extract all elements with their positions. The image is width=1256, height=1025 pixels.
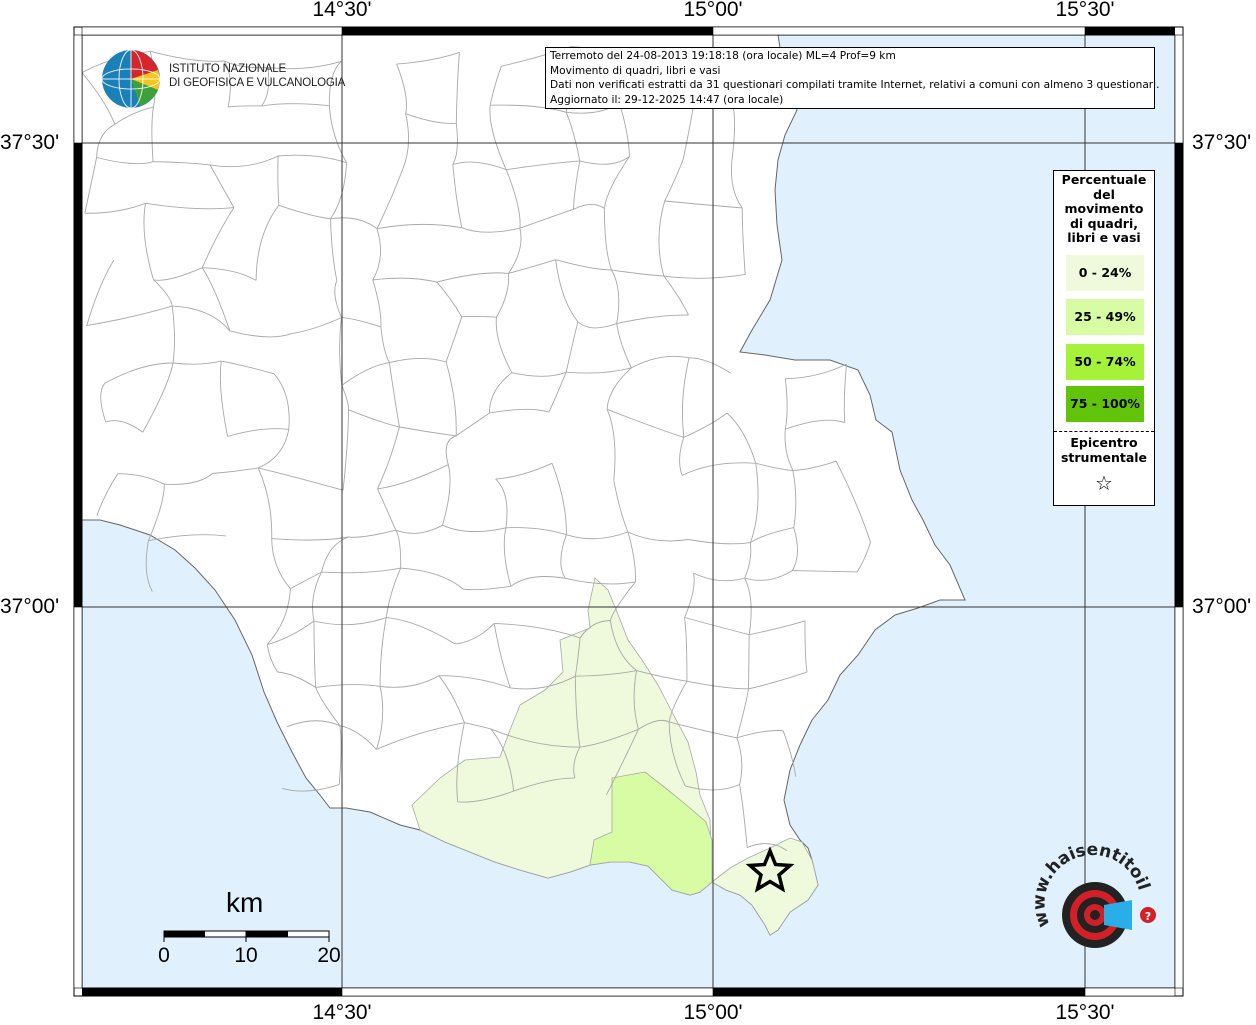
bottom-tick-lon-3: 15°30'	[1055, 1001, 1115, 1024]
map-canvas: ? www.haisentitoilterremoto.it	[0, 0, 1184, 997]
ingv-logo	[100, 48, 162, 114]
legend-epicenter-label: Epicentro strumentale	[1054, 435, 1154, 465]
legend-title-line: di quadri,	[1069, 215, 1138, 231]
event-info-box: Terremoto del 24-08-2013 19:18:18 (ora l…	[545, 47, 1160, 109]
legend-divider	[1054, 431, 1154, 432]
legend: Percentuale del movimento di quadri, lib…	[1053, 170, 1155, 506]
right-tick-lat-1: 37°30'	[1192, 131, 1252, 154]
top-tick-lon-3: 15°30'	[1055, 0, 1115, 21]
top-tick-lon-2: 15°00'	[683, 0, 743, 21]
left-tick-lat-1: 37°30'	[0, 131, 60, 154]
bottom-tick-lon-1: 14°30'	[312, 1001, 372, 1024]
event-parameter: Movimento di quadri, libri e vasi	[550, 64, 721, 77]
legend-title: Percentuale del movimento di quadri, lib…	[1054, 172, 1154, 246]
ingv-logo-text: ISTITUTO NAZIONALE DI GEOFISICA E VULCAN…	[169, 62, 345, 90]
legend-title-line: movimento	[1064, 201, 1144, 216]
svg-text:?: ?	[1145, 910, 1151, 923]
legend-title-line: libri e vasi	[1067, 230, 1141, 245]
logo-line-1: ISTITUTO NAZIONALE	[169, 63, 286, 75]
event-title: Terremoto del 24-08-2013 19:18:18 (ora l…	[550, 50, 896, 62]
event-updated: Aggiornato il: 29-12-2025 14:47 (ora loc…	[550, 93, 784, 106]
legend-class-75-100: 75 - 100%	[1066, 386, 1144, 422]
map-stage: ? www.haisentitoilterremoto.it ISTITUTO …	[0, 0, 1256, 1024]
legend-epicenter-line: Epicentro	[1070, 435, 1138, 450]
globe-icon	[101, 49, 161, 109]
legend-epicenter-line: strumentale	[1060, 450, 1148, 465]
legend-title-line: Percentuale	[1061, 172, 1147, 187]
scale-label-0: 0	[158, 944, 170, 967]
logo-line-2: DI GEOFISICA E VULCANOLOGIA	[169, 77, 346, 89]
legend-class-0-24: 0 - 24%	[1066, 255, 1144, 291]
scale-unit: km	[226, 887, 264, 918]
legend-star-icon: ☆	[1095, 471, 1113, 495]
scale-label-20: 20	[317, 944, 341, 967]
event-data-note: Dati non verificati estratti da 31 quest…	[550, 79, 1160, 92]
right-tick-lat-2: 37°00'	[1192, 595, 1252, 618]
scale-label-10: 10	[234, 944, 258, 967]
legend-class-25-49: 25 - 49%	[1066, 299, 1144, 335]
top-tick-lon-1: 14°30'	[312, 0, 372, 21]
legend-title-line: del	[1093, 186, 1115, 202]
left-tick-lat-2: 37°00'	[0, 595, 60, 618]
legend-class-50-74: 50 - 74%	[1066, 344, 1144, 380]
bottom-tick-lon-2: 15°00'	[683, 1001, 743, 1024]
